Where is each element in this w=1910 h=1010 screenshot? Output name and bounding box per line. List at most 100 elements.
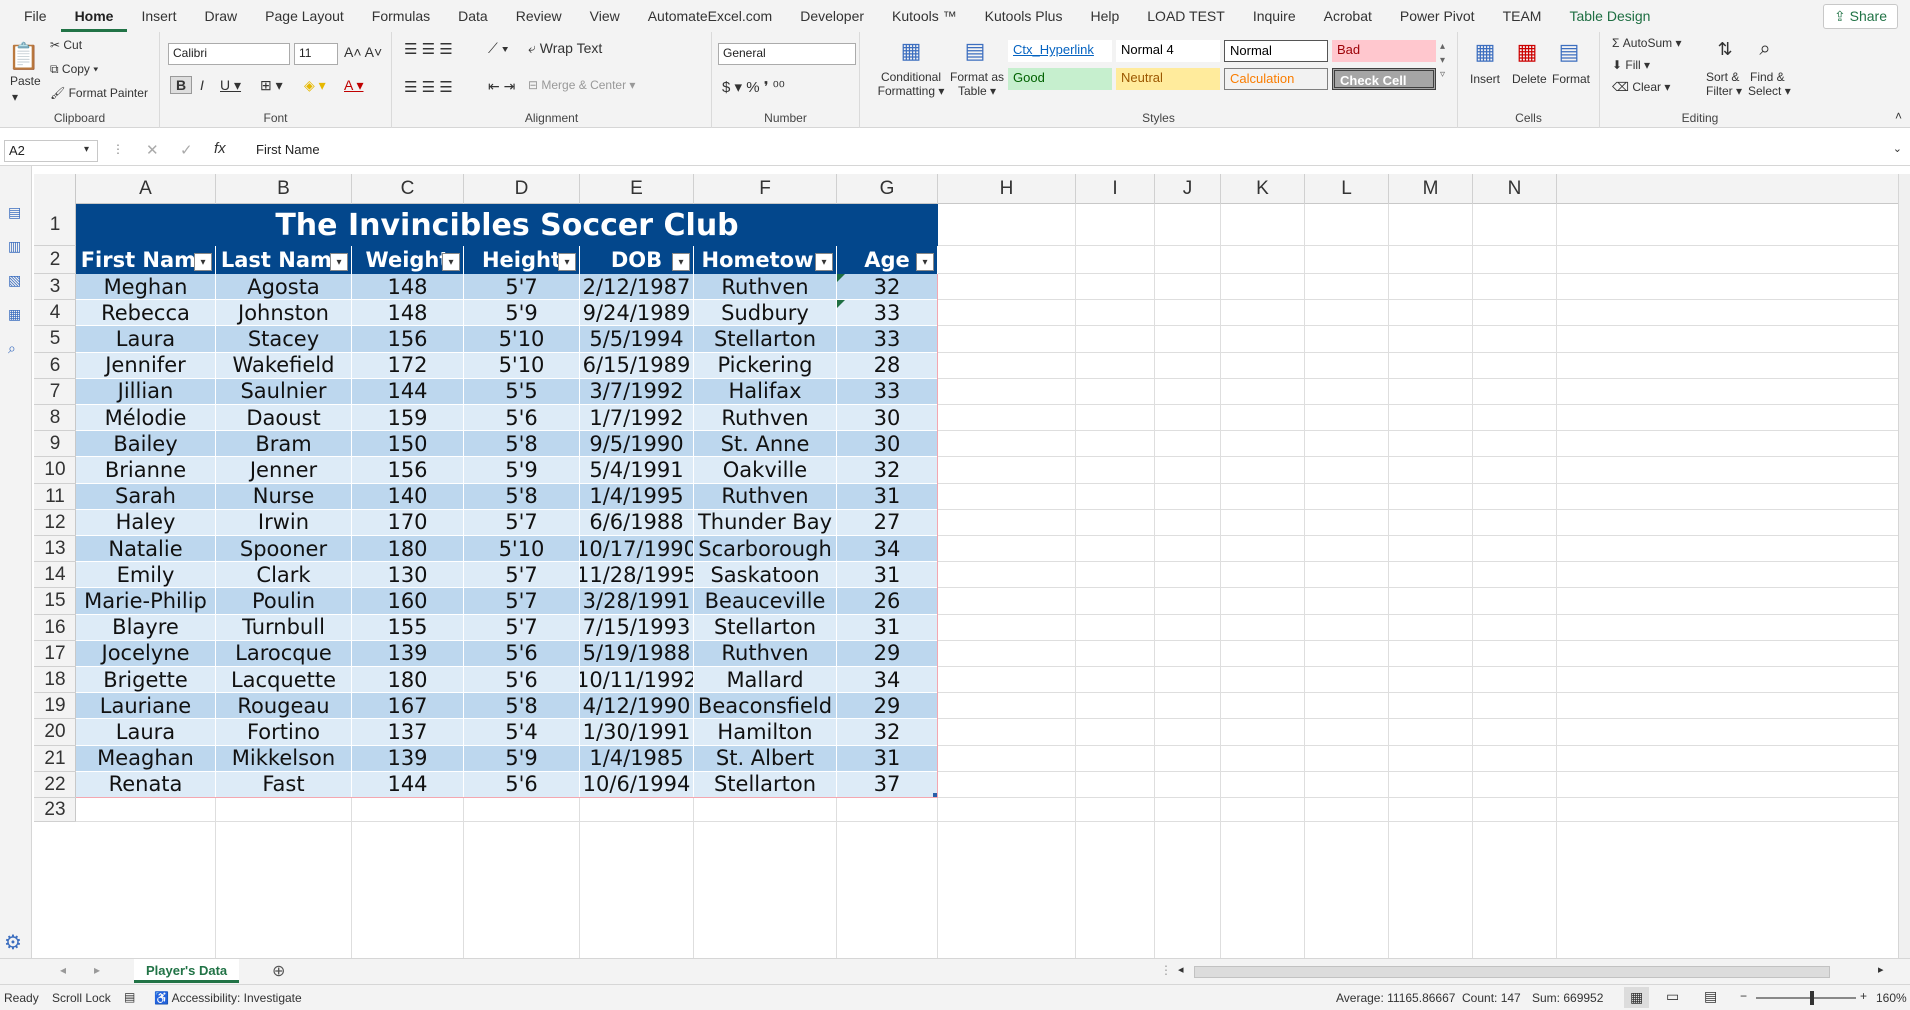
table-cell[interactable]: 33: [837, 300, 938, 327]
column-header-b[interactable]: B: [216, 174, 352, 204]
table-cell[interactable]: 140: [352, 483, 464, 510]
column-header-h[interactable]: H: [938, 174, 1076, 204]
table-cell[interactable]: 139: [352, 640, 464, 667]
table-cell[interactable]: Jocelyne: [76, 640, 216, 667]
table-title[interactable]: The Invincibles Soccer Club: [76, 204, 938, 246]
border-icon[interactable]: ⊞ ▾: [260, 77, 283, 94]
tab-formulas[interactable]: Formulas: [358, 0, 444, 32]
accessibility-button[interactable]: ♿ Accessibility: Investigate: [154, 991, 302, 1005]
table-cell[interactable]: Saskatoon: [694, 562, 837, 589]
column-title-weight[interactable]: Weight ▾: [352, 246, 464, 274]
table-cell[interactable]: 30: [837, 431, 938, 458]
table-cell[interactable]: Stellarton: [694, 326, 837, 353]
format-as-table-sub[interactable]: Table ▾: [950, 84, 1004, 98]
table-cell[interactable]: 5'8: [464, 693, 580, 720]
sheet-tab-players-data[interactable]: Player's Data: [134, 959, 240, 983]
table-cell[interactable]: 29: [837, 640, 938, 667]
scroll-right-icon[interactable]: ▸: [1878, 963, 1884, 976]
tab-view[interactable]: View: [576, 0, 634, 32]
tab-table-design[interactable]: Table Design: [1555, 0, 1664, 32]
table-cell[interactable]: Lauriane: [76, 693, 216, 720]
table-cell[interactable]: 167: [352, 693, 464, 720]
bold-button[interactable]: B: [170, 76, 193, 94]
worksheet-grid[interactable]: ABCDEFGHIJKLMN 1 2 3 4 5 6 7 8 9 10 11 12 13 14 15 16 17…: [34, 174, 1898, 958]
style-calculation[interactable]: Calculation: [1224, 68, 1328, 90]
autosum-button[interactable]: Σ AutoSum ▾: [1612, 36, 1681, 50]
font-name-select[interactable]: Calibri: [168, 43, 290, 65]
column-title-dob[interactable]: DOB ▾: [580, 246, 694, 274]
column-header-m[interactable]: M: [1389, 174, 1473, 204]
zoom-out-icon[interactable]: −: [1740, 989, 1747, 1003]
column-header-n[interactable]: N: [1473, 174, 1557, 204]
table-cell[interactable]: 26: [837, 588, 938, 615]
share-button[interactable]: ⇪ Share: [1823, 4, 1898, 29]
table-cell[interactable]: 6/6/1988: [580, 509, 694, 536]
table-cell[interactable]: 144: [352, 771, 464, 798]
table-cell[interactable]: Rebecca: [76, 300, 216, 327]
table-cell[interactable]: 5'7: [464, 274, 580, 301]
table-cell[interactable]: Turnbull: [216, 614, 352, 641]
tab-kutools[interactable]: Kutools ™: [878, 0, 971, 32]
table-cell[interactable]: 172: [352, 352, 464, 379]
font-size-select[interactable]: 11: [294, 43, 338, 65]
page-layout-view-icon[interactable]: ▭: [1666, 988, 1679, 1005]
table-cell[interactable]: 32: [837, 719, 938, 746]
table-cell[interactable]: 11/28/1995: [580, 562, 694, 589]
table-cell[interactable]: 33: [837, 378, 938, 405]
table-cell[interactable]: Emily: [76, 562, 216, 589]
table-cell[interactable]: 170: [352, 509, 464, 536]
table-cell[interactable]: 5'6: [464, 640, 580, 667]
next-sheet-icon[interactable]: ▸: [94, 963, 100, 977]
scroll-left-icon[interactable]: ◂: [1178, 963, 1184, 976]
fill-button[interactable]: ⬇ Fill ▾: [1612, 58, 1650, 72]
table-cell[interactable]: Daoust: [216, 405, 352, 432]
table-cell[interactable]: 5'6: [464, 667, 580, 694]
format-as-table-label[interactable]: Format as: [950, 70, 1004, 84]
panel-icon-5[interactable]: ⌕: [8, 340, 16, 357]
table-cell[interactable]: 34: [837, 536, 938, 563]
page-break-view-icon[interactable]: ▤: [1704, 988, 1717, 1005]
table-cell[interactable]: Sudbury: [694, 300, 837, 327]
table-cell[interactable]: 5'6: [464, 405, 580, 432]
column-header-a[interactable]: A: [76, 174, 216, 204]
table-cell[interactable]: Pickering: [694, 352, 837, 379]
zoom-slider[interactable]: [1756, 997, 1856, 999]
table-cell[interactable]: 5'10: [464, 536, 580, 563]
table-cell[interactable]: Spooner: [216, 536, 352, 563]
conditional-formatting-sub[interactable]: Formatting ▾: [874, 84, 948, 98]
table-cell[interactable]: St. Anne: [694, 431, 837, 458]
expand-formula-icon[interactable]: ⌄: [1893, 142, 1902, 155]
tab-draw[interactable]: Draw: [190, 0, 251, 32]
macro-record-icon[interactable]: ▤: [124, 990, 135, 1004]
table-cell[interactable]: Jennifer: [76, 352, 216, 379]
table-cell[interactable]: 28: [837, 352, 938, 379]
table-cell[interactable]: Marie-Philip: [76, 588, 216, 615]
table-cell[interactable]: 1/30/1991: [580, 719, 694, 746]
table-cell[interactable]: 4/12/1990: [580, 693, 694, 720]
table-cell[interactable]: Renata: [76, 771, 216, 798]
find-select-icon[interactable]: ⌕: [1750, 36, 1780, 62]
table-cell[interactable]: 5'6: [464, 771, 580, 798]
table-cell[interactable]: Stellarton: [694, 771, 837, 798]
table-cell[interactable]: 155: [352, 614, 464, 641]
table-cell[interactable]: 180: [352, 667, 464, 694]
table-cell[interactable]: 10/6/1994: [580, 771, 694, 798]
delete-cells-icon[interactable]: ▦: [1512, 38, 1542, 66]
table-cell[interactable]: Ruthven: [694, 640, 837, 667]
table-cell[interactable]: 159: [352, 405, 464, 432]
table-cell[interactable]: 5'9: [464, 300, 580, 327]
table-cell[interactable]: 2/12/1987: [580, 274, 694, 301]
table-cell[interactable]: Ruthven: [694, 405, 837, 432]
table-cell[interactable]: Mallard: [694, 667, 837, 694]
zoom-in-icon[interactable]: +: [1860, 989, 1867, 1003]
table-cell[interactable]: Ruthven: [694, 483, 837, 510]
column-header-c[interactable]: C: [352, 174, 464, 204]
table-cell[interactable]: 10/11/1992: [580, 667, 694, 694]
table-cell[interactable]: Saulnier: [216, 378, 352, 405]
table-cell[interactable]: Mikkelson: [216, 745, 352, 772]
column-header-j[interactable]: J: [1155, 174, 1221, 204]
column-header-i[interactable]: I: [1076, 174, 1155, 204]
column-header-f[interactable]: F: [694, 174, 837, 204]
table-cell[interactable]: Clark: [216, 562, 352, 589]
delete-cells-button[interactable]: Delete: [1512, 72, 1547, 86]
